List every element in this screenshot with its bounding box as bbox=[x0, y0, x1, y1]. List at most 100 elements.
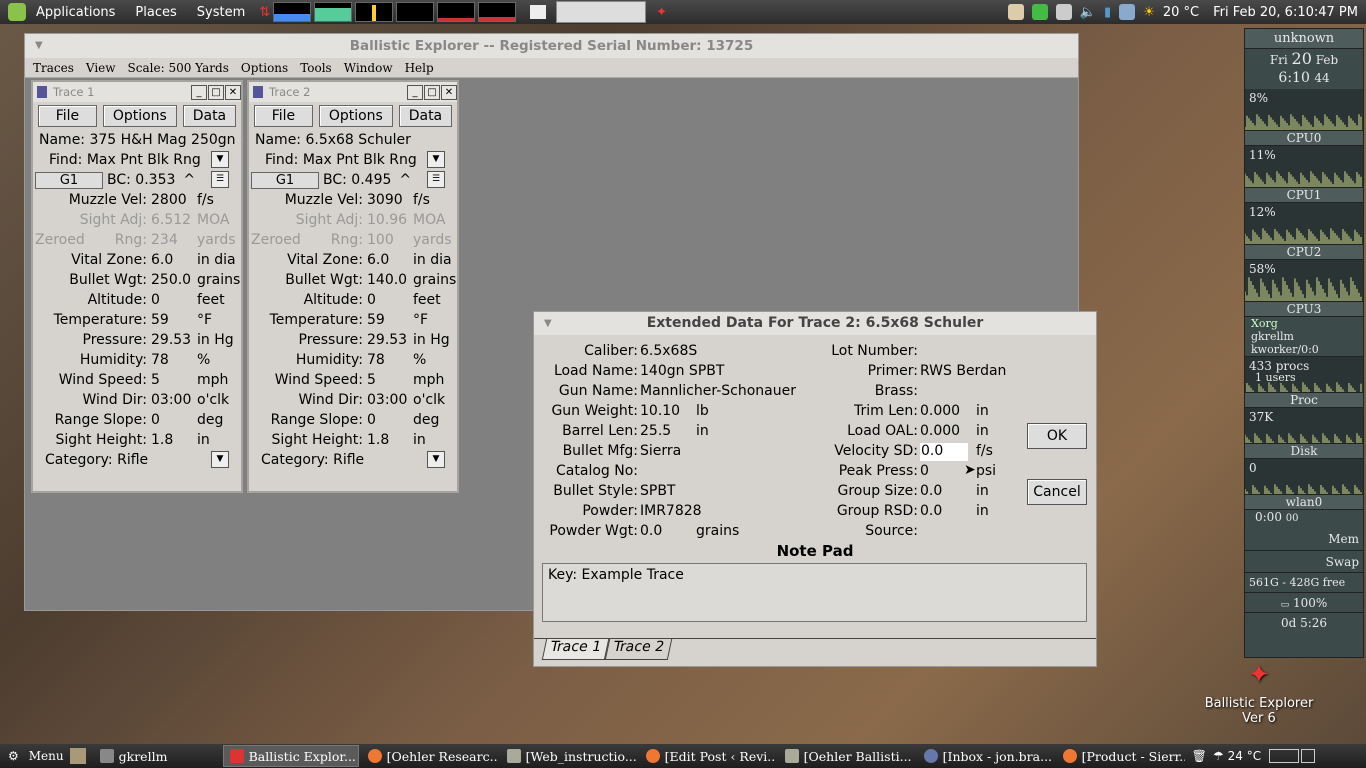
category-dropdown[interactable]: Category: Rifle ▼ bbox=[249, 450, 457, 470]
gk-date[interactable]: Fri 20 Feb bbox=[1245, 49, 1363, 69]
clipboard-icon[interactable] bbox=[1055, 4, 1072, 20]
menu-places[interactable]: Places bbox=[125, 5, 186, 20]
chevron-down-icon[interactable]: ▼ bbox=[211, 151, 229, 168]
fs-meter[interactable]: 561G - 428G free bbox=[1245, 572, 1363, 592]
task-gkrellm[interactable]: gkrellm bbox=[94, 745, 220, 767]
dialog-field-value[interactable]: Mannlicher-Schonauer bbox=[640, 383, 796, 399]
field-value[interactable]: 6.512 bbox=[151, 212, 197, 228]
graph-applet-5[interactable] bbox=[437, 2, 476, 22]
field-value[interactable]: 3090 bbox=[367, 192, 413, 208]
dialog-field-value[interactable]: SPBT bbox=[640, 483, 676, 499]
drag-model-button[interactable]: G1 bbox=[35, 171, 103, 189]
maximize-button[interactable]: □ bbox=[424, 84, 440, 100]
ok-button[interactable]: OK bbox=[1027, 423, 1087, 449]
chevron-down-icon[interactable]: ▼ bbox=[427, 151, 445, 168]
task-oehler-ballistics[interactable]: [Oehler Ballisti... bbox=[779, 745, 915, 767]
field-value[interactable]: 250.0 bbox=[151, 272, 197, 288]
graph-applet-3[interactable] bbox=[355, 2, 394, 22]
dialog-field-value[interactable]: Sierra bbox=[640, 443, 681, 459]
dialog-field-value[interactable]: 0.000 bbox=[920, 403, 960, 419]
data-button[interactable]: Data bbox=[398, 105, 452, 127]
velocity-sd-input[interactable]: 0.0 bbox=[920, 443, 968, 461]
task-product-sierra[interactable]: [Product - Sierr... bbox=[1057, 745, 1185, 767]
volume-icon[interactable]: 🔈 bbox=[1080, 5, 1096, 20]
mem-meter[interactable]: Mem bbox=[1245, 528, 1363, 550]
task-web-instructions[interactable]: [Web_instructio... bbox=[501, 745, 637, 767]
proc-graph[interactable]: 433 procs 1 users bbox=[1245, 357, 1363, 393]
notepad-textarea[interactable]: Key: Example Trace bbox=[542, 563, 1087, 622]
window-menu-icon[interactable]: ▼ bbox=[544, 312, 552, 335]
bottom-weather[interactable]: 24 °C bbox=[1228, 749, 1261, 763]
trace-1-title-bar[interactable]: Trace 1 _ □ ✕ bbox=[33, 82, 241, 102]
dialog-field-value[interactable]: 140gn SPBT bbox=[640, 363, 724, 379]
app-launcher-icon[interactable]: ✦ bbox=[656, 5, 667, 20]
minimize-button[interactable]: _ bbox=[407, 84, 423, 100]
workspace-switcher-2[interactable] bbox=[1301, 749, 1316, 763]
cpu2-graph[interactable]: 12% bbox=[1245, 203, 1363, 245]
gk-time[interactable]: 6:10 44 bbox=[1245, 69, 1363, 89]
trace-name[interactable]: Name: 6.5x68 Schuler bbox=[249, 130, 457, 150]
notes-icon[interactable] bbox=[530, 5, 547, 19]
find-dropdown[interactable]: Find: Max Pnt Blk Rng ▼ bbox=[249, 150, 457, 170]
field-value[interactable]: 59 bbox=[151, 312, 197, 328]
task-firefox-oehler[interactable]: [Oehler Researc... bbox=[362, 745, 498, 767]
dialog-field-value[interactable]: 0.0 bbox=[920, 483, 942, 499]
task-inbox[interactable]: [Inbox - jon.bra... bbox=[918, 745, 1054, 767]
field-value[interactable]: 140.0 bbox=[367, 272, 413, 288]
field-value[interactable]: 2800 bbox=[151, 192, 197, 208]
find-dropdown[interactable]: Find: Max Pnt Blk Rng ▼ bbox=[33, 150, 241, 170]
close-button[interactable]: ✕ bbox=[441, 84, 457, 100]
bc-table-icon[interactable]: ☰ bbox=[211, 171, 229, 188]
category-dropdown[interactable]: Category: Rifle ▼ bbox=[33, 450, 241, 470]
network-icon[interactable] bbox=[1119, 4, 1136, 20]
search-box[interactable] bbox=[556, 1, 647, 23]
bc-table-icon[interactable]: ☰ bbox=[427, 171, 445, 188]
cpu1-graph[interactable]: 11% bbox=[1245, 146, 1363, 188]
graph-applet-2[interactable] bbox=[314, 2, 353, 22]
net-graph[interactable]: 0 bbox=[1245, 459, 1363, 495]
field-value[interactable]: 5 bbox=[367, 372, 413, 388]
field-value[interactable]: 100 bbox=[367, 232, 413, 248]
field-value[interactable]: 78 bbox=[151, 352, 197, 368]
field-value[interactable]: 78 bbox=[367, 352, 413, 368]
field-value[interactable]: 10.96 bbox=[367, 212, 413, 228]
field-value[interactable]: 29.53 bbox=[151, 332, 197, 348]
show-desktop-icon[interactable] bbox=[69, 748, 86, 764]
field-value[interactable]: 0 bbox=[367, 292, 413, 308]
bc-value[interactable]: BC: 0.353 bbox=[107, 172, 175, 188]
dialog-field-value[interactable]: 25.5 bbox=[640, 423, 671, 439]
net-timer[interactable]: 0:00 00 bbox=[1245, 510, 1363, 528]
file-button[interactable]: File bbox=[254, 105, 313, 127]
menu-applications[interactable]: Applications bbox=[26, 5, 125, 20]
dialog-field-value[interactable]: 0 bbox=[920, 463, 929, 479]
chevron-down-icon[interactable]: ▼ bbox=[211, 451, 229, 468]
main-title-bar[interactable]: ▼ Ballistic Explorer -- Registered Seria… bbox=[25, 34, 1078, 58]
signal-icon[interactable]: ▮ bbox=[1104, 5, 1111, 20]
menu-window[interactable]: Window bbox=[344, 61, 393, 75]
shield-icon[interactable] bbox=[1031, 4, 1048, 20]
disk-graph[interactable]: 37K bbox=[1245, 408, 1363, 444]
trash-icon[interactable]: 🗑 bbox=[1192, 749, 1207, 763]
menu-gear-icon[interactable]: ⚙ bbox=[8, 749, 19, 763]
maximize-button[interactable]: □ bbox=[208, 84, 224, 100]
dialog-field-value[interactable]: 0.000 bbox=[920, 423, 960, 439]
menu-scale[interactable]: Scale: 500 Yards bbox=[128, 61, 229, 75]
dialog-field-value[interactable]: 0.0 bbox=[640, 523, 662, 539]
clock[interactable]: Fri Feb 20, 6:10:47 PM bbox=[1213, 5, 1358, 20]
menu-help[interactable]: Help bbox=[405, 61, 434, 75]
menu-tools[interactable]: Tools bbox=[300, 61, 332, 75]
field-value[interactable]: 5 bbox=[151, 372, 197, 388]
weather-temp[interactable]: 20 °C bbox=[1163, 5, 1199, 20]
swap-meter[interactable]: Swap bbox=[1245, 550, 1363, 572]
window-menu-icon[interactable]: ▼ bbox=[35, 34, 43, 58]
mint-menu-icon[interactable] bbox=[8, 3, 26, 21]
dialog-field-value[interactable]: IMR7828 bbox=[640, 503, 702, 519]
drag-model-button[interactable]: G1 bbox=[251, 171, 319, 189]
dialog-field-value[interactable]: 10.10 bbox=[640, 403, 680, 419]
field-value[interactable]: 0 bbox=[151, 412, 197, 428]
dialog-field-value[interactable]: 0.0 bbox=[920, 503, 942, 519]
task-ballistic-explorer[interactable]: Ballistic Explor... bbox=[222, 745, 359, 767]
cpu3-graph[interactable]: 58% bbox=[1245, 260, 1363, 302]
field-value[interactable]: 0 bbox=[151, 292, 197, 308]
bc-value[interactable]: BC: 0.495 bbox=[323, 172, 391, 188]
